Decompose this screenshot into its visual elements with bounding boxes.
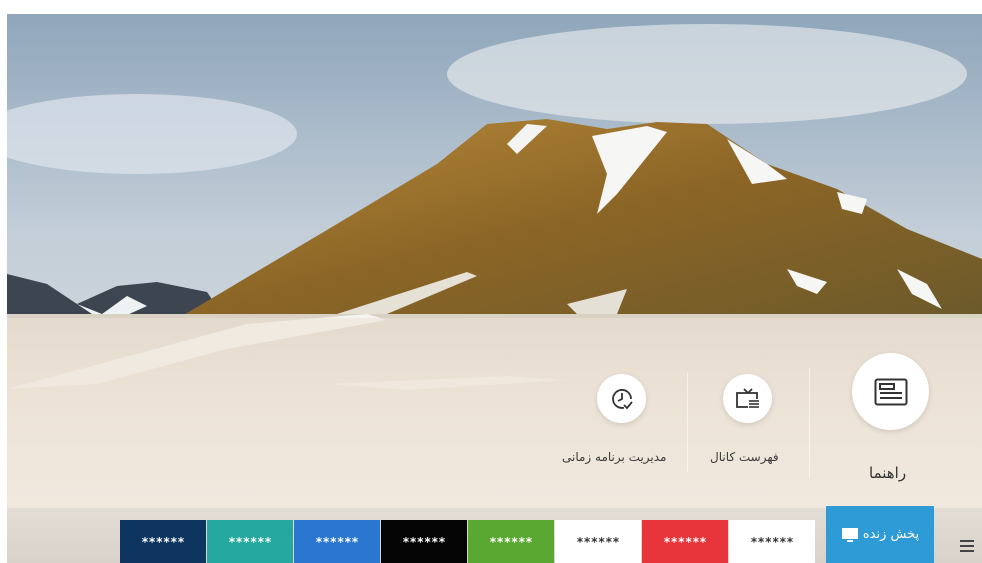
clock-icon bbox=[611, 388, 633, 409]
app-tile[interactable]: ****** bbox=[207, 520, 293, 563]
schedule-manager-button[interactable] bbox=[597, 374, 646, 423]
app-tile-label: ****** bbox=[489, 534, 533, 549]
app-tile-label: ****** bbox=[315, 534, 359, 549]
menu-divider bbox=[687, 372, 688, 472]
live-tv-label: پخش زنده bbox=[862, 527, 920, 542]
menu-divider bbox=[809, 368, 810, 478]
app-tile-label: ****** bbox=[750, 534, 794, 549]
tv-icon bbox=[841, 527, 858, 542]
channel-list-button[interactable] bbox=[723, 374, 772, 423]
channel-list-label: فهرست کانال bbox=[710, 450, 779, 464]
live-tv-button[interactable]: پخش زنده bbox=[826, 506, 934, 563]
app-tile[interactable]: ****** bbox=[729, 520, 815, 563]
app-tile-label: ****** bbox=[228, 534, 272, 549]
tv-screen: راهنما فهرست کانال مدیریت برنامه زمانی *… bbox=[7, 14, 982, 563]
app-tile-label: ****** bbox=[402, 534, 446, 549]
app-tile[interactable]: ****** bbox=[294, 520, 380, 563]
schedule-manager-label: مدیریت برنامه زمانی bbox=[562, 450, 667, 464]
app-tile[interactable]: ****** bbox=[468, 520, 554, 563]
app-tile[interactable]: ****** bbox=[120, 520, 206, 563]
guide-button[interactable] bbox=[852, 353, 929, 430]
app-tile[interactable]: ****** bbox=[381, 520, 467, 563]
app-tile[interactable]: ****** bbox=[642, 520, 728, 563]
app-tile-label: ****** bbox=[663, 534, 707, 549]
main-menu-panel bbox=[7, 318, 982, 508]
app-tile[interactable]: ****** bbox=[555, 520, 641, 563]
app-tile-label: ****** bbox=[576, 534, 620, 549]
guide-icon bbox=[874, 378, 907, 405]
app-tile-label: ****** bbox=[141, 534, 185, 549]
tv-frame: راهنما فهرست کانال مدیریت برنامه زمانی *… bbox=[0, 0, 982, 563]
tv-list-icon bbox=[735, 387, 759, 409]
guide-label: راهنما bbox=[869, 464, 907, 482]
hamburger-icon[interactable] bbox=[960, 540, 974, 552]
